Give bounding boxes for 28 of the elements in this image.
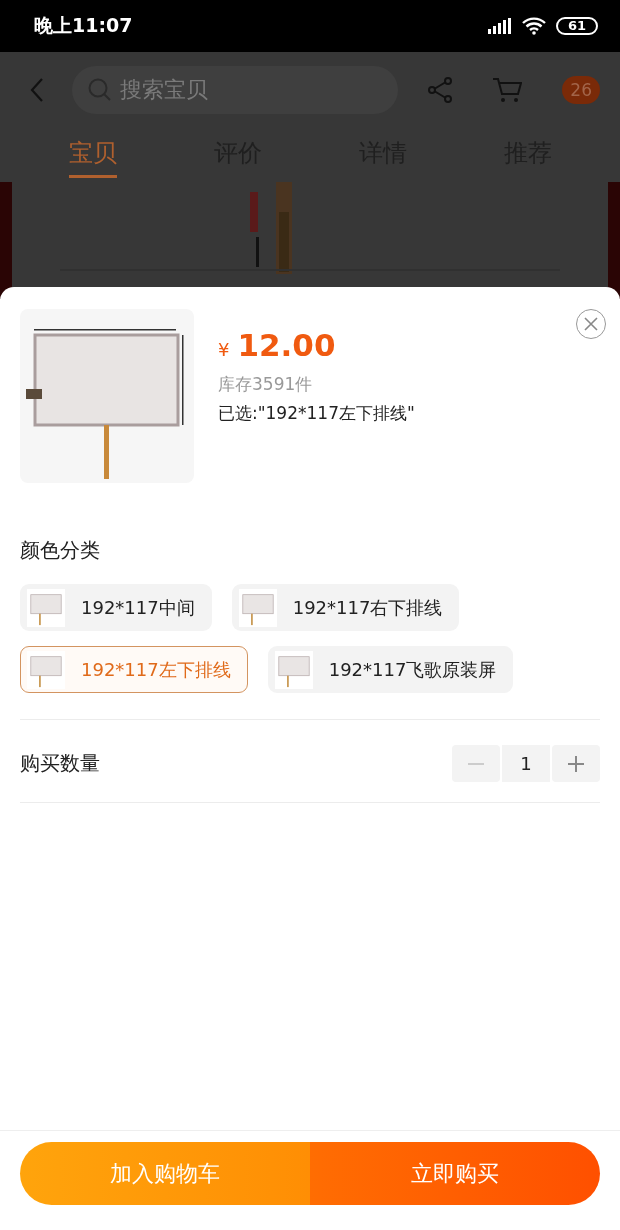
back-icon[interactable] [30,77,44,102]
section-title: 颜色分类 [20,537,101,564]
more-badge[interactable]: 26 [562,75,600,104]
search-field[interactable]: 搜索宝贝 [72,65,399,114]
wifi-icon [521,17,546,35]
cart-icon[interactable] [492,75,523,104]
plus-icon [568,755,584,772]
signal-icon [487,18,512,34]
tab[interactable]: 宝贝 [68,131,117,178]
stock-count: 库存3591件 [218,373,314,396]
share-icon[interactable] [428,76,453,103]
buy-now-button[interactable]: 立即购买 [310,1142,600,1205]
option-chip[interactable]: 192*117右下排线 [231,584,460,631]
option-chip[interactable]: 192*117飞歌原装屏 [267,646,514,693]
close-icon [584,317,598,331]
increase-button[interactable] [552,745,600,782]
battery-level: 61 [555,17,598,35]
selected-option-text: 已选:"192*117左下排线" [218,402,416,425]
quantity-value[interactable]: 1 [502,745,550,782]
price: 12.00 [237,327,336,363]
quantity-label: 购买数量 [20,750,100,777]
status-time: 晚上11:07 [34,13,133,38]
add-to-cart-button[interactable]: 加入购物车 [20,1142,310,1205]
close-button[interactable] [576,309,606,339]
currency-sign: ¥ [218,339,230,360]
option-chip[interactable]: 192*117左下排线 [20,646,248,693]
minus-icon [468,762,484,765]
option-chip[interactable]: 192*117中间 [20,584,212,631]
